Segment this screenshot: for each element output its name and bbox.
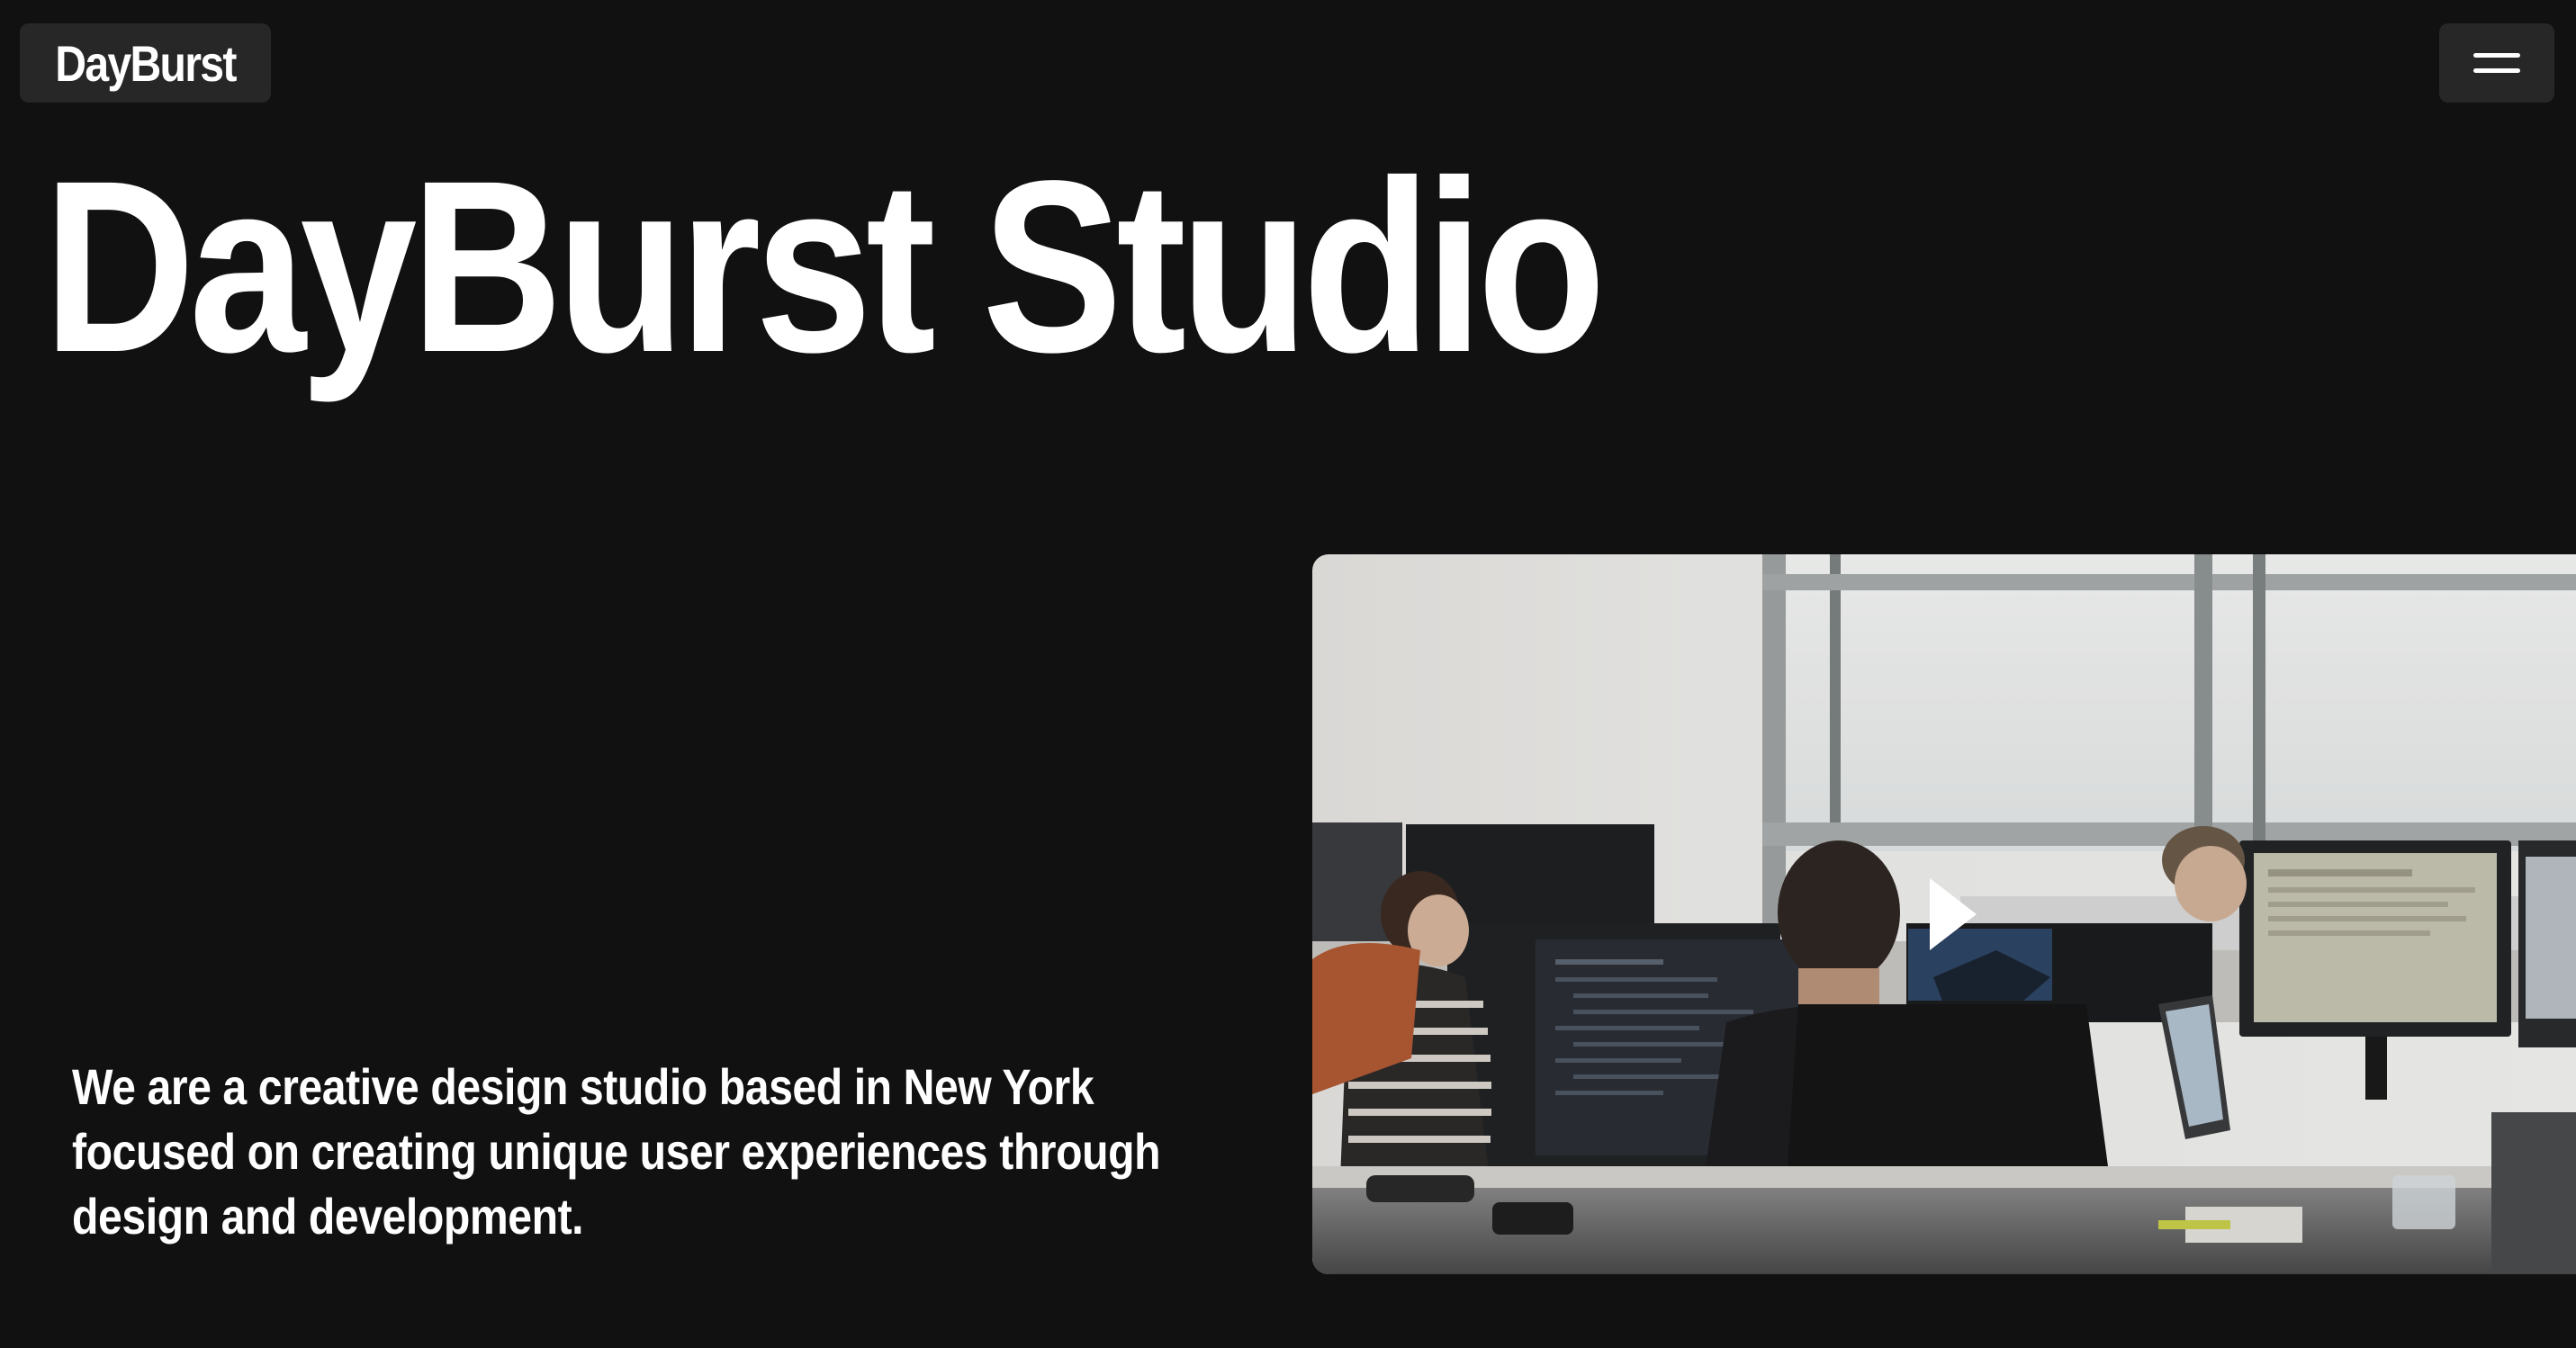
logo-text: DayBurst xyxy=(55,34,237,92)
video-thumbnail[interactable] xyxy=(1312,554,2576,1274)
page-title: DayBurst Studio xyxy=(43,130,1606,403)
logo-link[interactable]: DayBurst xyxy=(20,23,271,103)
hero-tagline: We are a creative design studio based in… xyxy=(72,1058,1161,1245)
menu-icon xyxy=(2473,53,2520,58)
menu-button[interactable] xyxy=(2439,23,2554,103)
menu-icon-bar xyxy=(2473,68,2520,73)
play-icon[interactable] xyxy=(1930,878,1977,950)
